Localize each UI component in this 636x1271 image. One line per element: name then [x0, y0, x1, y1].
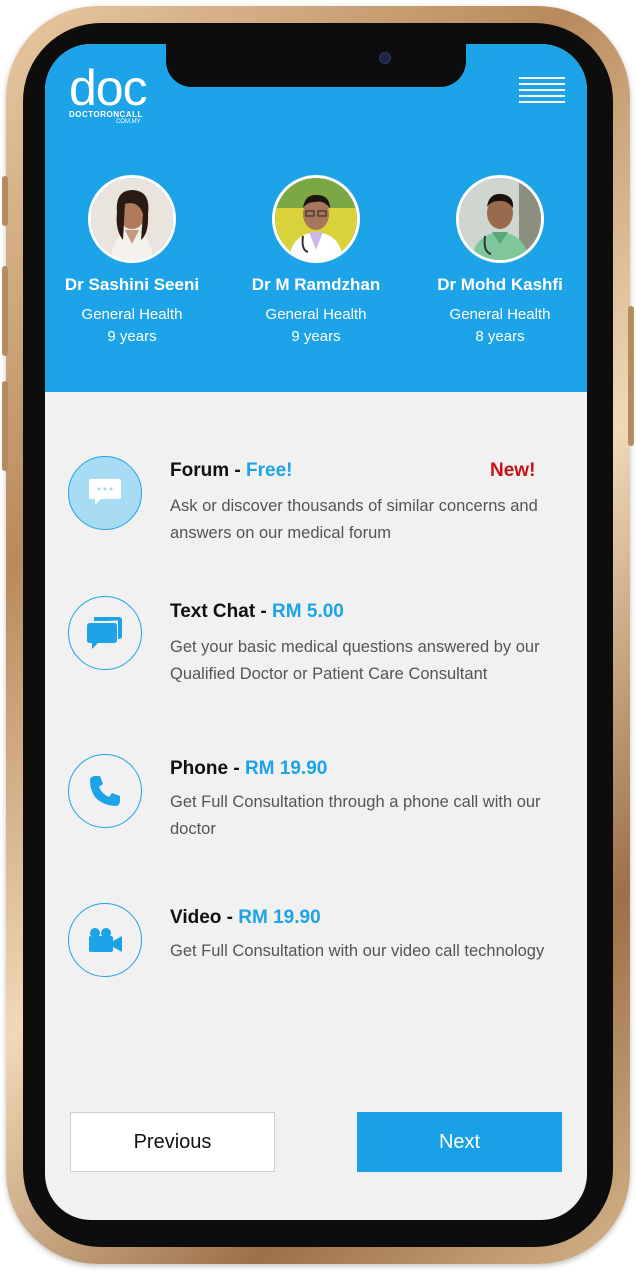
forum-chat-bubble-icon [68, 456, 142, 530]
hamburger-menu-icon[interactable] [519, 77, 565, 111]
doctor-card[interactable]: Dr Sashini Seeni General Health 9 years [47, 175, 217, 345]
option-description: Get Full Consultation through a phone ca… [170, 793, 541, 838]
option-price: RM 19.90 [238, 907, 321, 928]
doctoroncall-logo: doc DOCTORONCALL COM.MY [69, 60, 148, 126]
option-label: Text Chat - [170, 601, 273, 622]
option-label: Forum - [170, 460, 246, 481]
doctor-card[interactable]: Dr M Ramdzhan General Health 9 years [231, 175, 401, 345]
doctor-experience: 8 years [475, 328, 525, 345]
new-badge: New! [490, 460, 536, 481]
option-title: Phone - RM 19.90 [170, 758, 327, 780]
option-title: Forum - Free! [170, 460, 292, 482]
doctor-specialty: General Health [265, 306, 367, 323]
option-price: RM 5.00 [272, 601, 344, 622]
option-description: Ask or discover thousands of similar con… [170, 497, 538, 542]
previous-button[interactable]: Previous [70, 1112, 275, 1172]
power-button [628, 306, 634, 446]
phone-icon [68, 754, 142, 828]
option-title: Video - RM 19.90 [170, 907, 321, 929]
option-label: Video - [170, 907, 239, 928]
next-button[interactable]: Next [357, 1112, 562, 1172]
option-description: Get Full Consultation with our video cal… [170, 942, 545, 960]
option-text-chat[interactable]: Text Chat - RM 5.00 Get your basic medic… [68, 596, 568, 716]
doctor-name: Dr Sashini Seeni [64, 275, 200, 294]
logo-domain: COM.MY [115, 119, 141, 125]
silent-switch [2, 176, 8, 226]
phone-notch [166, 44, 466, 87]
option-video[interactable]: Video - RM 19.90 Get Full Consultation w… [68, 903, 568, 993]
volume-down-button [2, 381, 8, 471]
doctor-avatar [272, 175, 360, 263]
doctor-specialty: General Health [81, 306, 183, 323]
doctor-name: Dr M Ramdzhan [251, 275, 381, 294]
option-forum[interactable]: Forum - Free! New! Ask or discover thous… [68, 456, 568, 556]
volume-up-button [2, 266, 8, 356]
doctor-avatar [456, 175, 544, 263]
app-screen: doc DOCTORONCALL COM.MY Dr Sashini Seeni… [45, 44, 587, 1220]
front-camera [379, 52, 391, 64]
doctor-header: doc DOCTORONCALL COM.MY Dr Sashini Seeni… [45, 44, 587, 392]
text-chat-icon [68, 596, 142, 670]
option-phone[interactable]: Phone - RM 19.90 Get Full Consultation t… [68, 754, 568, 844]
doctor-experience: 9 years [291, 328, 341, 345]
doctor-experience: 9 years [107, 328, 157, 345]
option-description: Get your basic medical questions answere… [170, 638, 540, 683]
doctor-avatar [88, 175, 176, 263]
doctor-specialty: General Health [449, 306, 551, 323]
doctor-name: Dr Mohd Kashfi [437, 275, 563, 294]
option-price: Free! [246, 460, 293, 481]
doctor-card[interactable]: Dr Mohd Kashfi General Health 8 years [415, 175, 585, 345]
option-title: Text Chat - RM 5.00 [170, 601, 344, 623]
logo-word: doc [69, 60, 148, 116]
option-label: Phone - [170, 758, 245, 779]
option-price: RM 19.90 [244, 758, 328, 779]
video-camera-icon [68, 903, 142, 977]
logo-brand: DOCTORONCALL [69, 110, 143, 119]
